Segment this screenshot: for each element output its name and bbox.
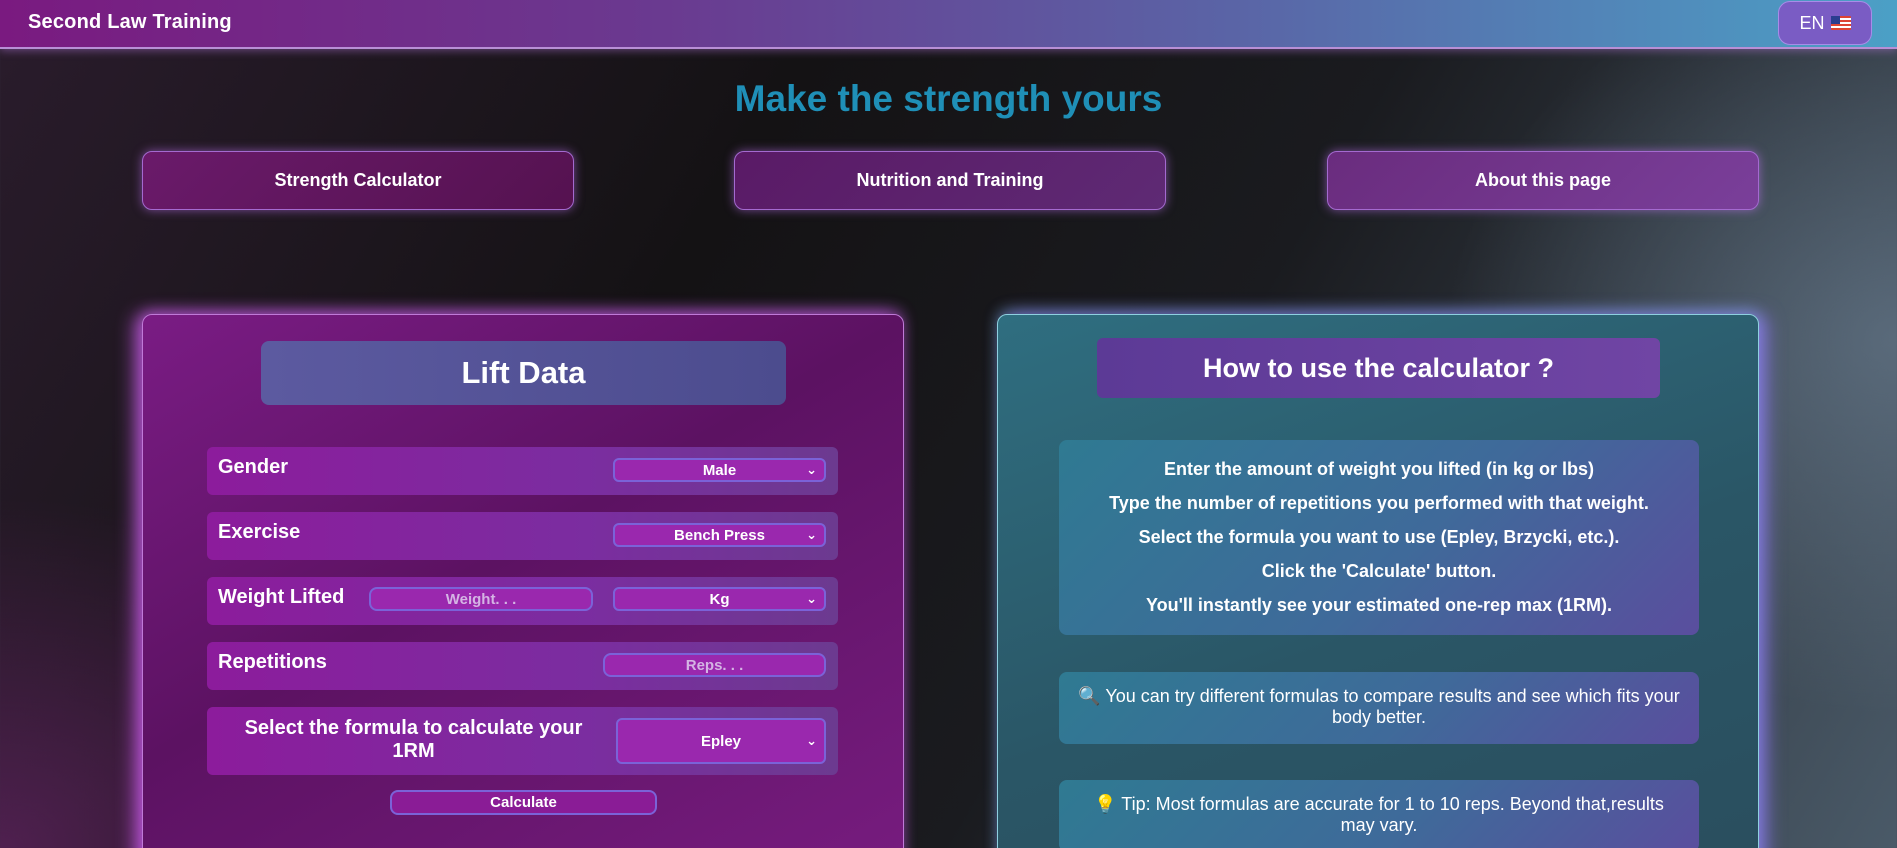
formula-select[interactable]: Epley ⌄ <box>616 718 826 764</box>
formula-compare-tip: 🔍 You can try different formulas to comp… <box>1059 672 1699 744</box>
weight-unit-value: Kg <box>709 590 730 608</box>
instruction-step: Enter the amount of weight you lifted (i… <box>1164 459 1594 479</box>
strength-calculator-button[interactable]: Strength Calculator <box>142 151 574 210</box>
lift-data-title: Lift Data <box>261 341 786 405</box>
instruction-step: Type the number of repetitions you perfo… <box>1109 493 1649 513</box>
weight-label: Weight Lifted <box>218 586 345 608</box>
chevron-down-icon: ⌄ <box>806 591 817 606</box>
calculate-button[interactable]: Calculate <box>390 790 657 815</box>
us-flag-icon <box>1830 16 1851 30</box>
exercise-label: Exercise <box>218 521 301 543</box>
instruction-step: You'll instantly see your estimated one-… <box>1145 595 1613 615</box>
language-button[interactable]: EN <box>1778 1 1872 45</box>
repetitions-label: Repetitions <box>218 651 327 673</box>
instruction-step: Select the formula you want to use (Eple… <box>1138 527 1620 547</box>
formula-row: Select the formula to calculate your 1RM… <box>207 707 838 775</box>
nutrition-training-button[interactable]: Nutrition and Training <box>734 151 1166 210</box>
chevron-down-icon: ⌄ <box>806 527 817 542</box>
exercise-row: Exercise Bench Press ⌄ <box>207 512 838 560</box>
about-page-button[interactable]: About this page <box>1327 151 1759 210</box>
language-label: EN <box>1799 12 1825 33</box>
weight-input[interactable]: Weight. . . <box>369 587 593 611</box>
lift-data-panel: Lift Data Gender Male ⌄ Exercise Bench P… <box>142 314 904 848</box>
how-to-panel: How to use the calculator ? Enter the am… <box>997 314 1759 848</box>
top-navbar: Second Law Training EN <box>0 0 1897 49</box>
exercise-value: Bench Press <box>674 526 765 544</box>
repetitions-row: Repetitions Reps. . . <box>207 642 838 690</box>
weight-row: Weight Lifted Weight. . . Kg ⌄ <box>207 577 838 625</box>
brand-title[interactable]: Second Law Training <box>28 11 232 34</box>
magnifier-icon: 🔍 <box>1078 686 1101 706</box>
repetitions-input[interactable]: Reps. . . <box>603 653 826 677</box>
tip-text: Tip: Most formulas are accurate for 1 to… <box>1121 794 1664 835</box>
how-to-title: How to use the calculator ? <box>1097 338 1660 398</box>
instruction-step: Click the 'Calculate' button. <box>1261 561 1497 581</box>
chevron-down-icon: ⌄ <box>806 733 817 748</box>
instructions-box: Enter the amount of weight you lifted (i… <box>1059 440 1699 635</box>
chevron-down-icon: ⌄ <box>806 462 817 477</box>
formula-label: Select the formula to calculate your 1RM <box>244 717 583 762</box>
tip-text: You can try different formulas to compar… <box>1105 686 1680 727</box>
lightbulb-icon: 💡 <box>1094 794 1117 814</box>
exercise-select[interactable]: Bench Press ⌄ <box>613 523 826 547</box>
formula-value: Epley <box>700 732 742 750</box>
gender-select[interactable]: Male ⌄ <box>613 458 826 482</box>
gender-value: Male <box>702 461 737 479</box>
gender-label: Gender <box>218 456 289 478</box>
reps-accuracy-tip: 💡 Tip: Most formulas are accurate for 1 … <box>1059 780 1699 848</box>
page-headline: Make the strength yours <box>734 78 1163 119</box>
gender-row: Gender Male ⌄ <box>207 447 838 495</box>
weight-unit-select[interactable]: Kg ⌄ <box>613 587 826 611</box>
